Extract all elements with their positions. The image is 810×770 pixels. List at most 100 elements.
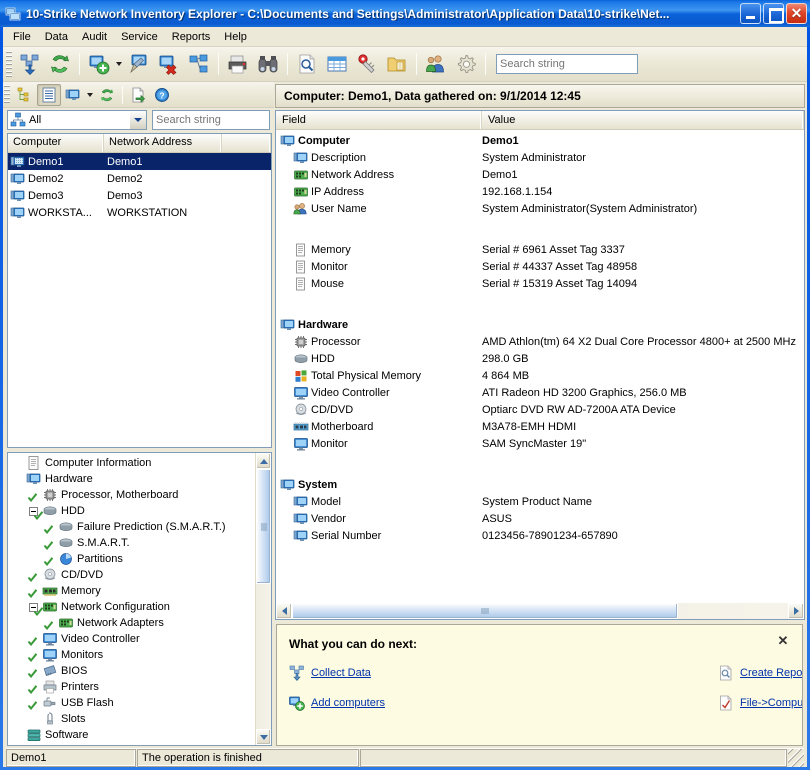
menu-service[interactable]: Service — [114, 29, 165, 45]
settings-button[interactable] — [451, 50, 481, 78]
minimize-button[interactable] — [740, 3, 761, 24]
task-link-label[interactable]: File->Computers — [740, 697, 802, 709]
add-computer-button[interactable] — [84, 50, 114, 78]
detail-row-total-physical-memory[interactable]: Total Physical Memory 4 864 MB — [276, 367, 804, 384]
scroll-left-button[interactable] — [276, 603, 292, 619]
credentials-button[interactable] — [352, 50, 382, 78]
scroll-right-button[interactable] — [788, 603, 804, 619]
tree-node-slots[interactable]: Slots — [10, 711, 255, 727]
column-header-value[interactable]: Value — [482, 111, 804, 129]
task-panel-close-button[interactable]: ✕ — [776, 633, 790, 648]
tree-node-cd-dvd[interactable]: CD/DVD — [10, 567, 255, 583]
tree-node-printers[interactable]: Printers — [10, 679, 255, 695]
tree-view-button[interactable] — [13, 84, 37, 106]
chevron-down-icon[interactable] — [129, 111, 146, 129]
tree-node-monitors[interactable]: Monitors — [10, 647, 255, 663]
detail-grid[interactable]: Field Value Computer Demo1 Description S… — [275, 110, 805, 620]
detail-row-computer[interactable]: Computer Demo1 — [276, 132, 804, 149]
computer-view-dropdown-arrow[interactable] — [85, 84, 95, 106]
task-link-add-computers[interactable]: Add computers — [289, 695, 385, 711]
column-header-network-address[interactable]: Network Address — [104, 134, 222, 152]
column-header-extra[interactable] — [222, 134, 271, 152]
print-button[interactable] — [223, 50, 253, 78]
tree-node-usb-flash[interactable]: USB Flash — [10, 695, 255, 711]
computer-view-button[interactable] — [61, 84, 85, 106]
tree-vertical-scrollbar[interactable] — [255, 453, 271, 745]
detail-horizontal-scrollbar[interactable] — [276, 603, 804, 619]
scan-button[interactable] — [253, 50, 283, 78]
add-computer-dropdown-arrow[interactable] — [114, 50, 124, 78]
detail-row-processor[interactable]: Processor AMD Athlon(tm) 64 X2 Dual Core… — [276, 333, 804, 350]
detail-row-monitor-asset[interactable]: Monitor Serial # 44337 Asset Tag 48958 — [276, 258, 804, 275]
detail-row-system[interactable]: System — [276, 476, 804, 493]
task-link-label[interactable]: Create Report — [740, 667, 802, 679]
task-link-file-computers[interactable]: File->Computers — [718, 695, 802, 711]
export-button[interactable] — [126, 84, 150, 106]
group-filter-combo[interactable]: All — [7, 110, 147, 130]
tree-node-network-configuration[interactable]: Network Configuration — [10, 599, 255, 617]
detail-row-description[interactable]: Description System Administrator — [276, 149, 804, 166]
scroll-down-button[interactable] — [256, 729, 271, 745]
resize-grip[interactable] — [788, 749, 804, 767]
computer-list[interactable]: Computer Network Address Demo1 Demo1 Dem… — [7, 133, 272, 448]
menu-reports[interactable]: Reports — [165, 29, 218, 45]
computer-row-demo1[interactable]: Demo1 Demo1 — [8, 153, 271, 170]
detail-row-hdd[interactable]: HDD 298.0 GB — [276, 350, 804, 367]
detail-row-cd-dvd[interactable]: CD/DVD Optiarc DVD RW AD-7200A ATA Devic… — [276, 401, 804, 418]
edit-computer-button[interactable] — [124, 50, 154, 78]
detail-row-ip-address[interactable]: IP Address 192.168.1.154 — [276, 183, 804, 200]
tree-node-partitions[interactable]: Partitions — [10, 551, 255, 567]
detail-row-network-address[interactable]: Network Address Demo1 — [276, 166, 804, 183]
close-button[interactable]: ✕ — [786, 3, 807, 24]
detail-row-mouse-asset[interactable]: Mouse Serial # 15319 Asset Tag 14094 — [276, 275, 804, 292]
tree-node-hdd[interactable]: HDD — [10, 503, 255, 521]
toolbar-grip[interactable] — [6, 51, 12, 77]
detail-row-model[interactable]: Model System Product Name — [276, 493, 804, 510]
computer-row-demo3[interactable]: Demo3 Demo3 — [8, 187, 271, 204]
tree-node-failure-prediction[interactable]: Failure Prediction (S.M.A.R.T.) — [10, 519, 255, 535]
collect-data-button[interactable] — [15, 50, 45, 78]
computer-row-workstation[interactable]: WORKSTA... WORKSTATION — [8, 204, 271, 221]
left-toolbar-grip[interactable] — [4, 84, 10, 105]
refresh-button[interactable] — [45, 50, 75, 78]
network-tree-button[interactable] — [184, 50, 214, 78]
task-link-create-report[interactable]: Create Report — [718, 665, 802, 681]
detail-row-motherboard[interactable]: Motherboard M3A78-EMH HDMI — [276, 418, 804, 435]
detail-row-serial-number[interactable]: Serial Number 0123456-78901234-657890 — [276, 527, 804, 544]
detail-row-user-name[interactable]: User Name System Administrator(System Ad… — [276, 200, 804, 217]
refresh-list-button[interactable] — [95, 84, 119, 106]
tree-node-bios[interactable]: BIOS — [10, 663, 255, 679]
detail-row-video-controller[interactable]: Video Controller ATI Radeon HD 3200 Grap… — [276, 384, 804, 401]
help-button[interactable]: ? — [150, 84, 174, 106]
users-button[interactable] — [421, 50, 451, 78]
scroll-thumb[interactable] — [256, 469, 271, 584]
toolbar-search-input[interactable] — [496, 54, 638, 74]
delete-computer-button[interactable] — [154, 50, 184, 78]
column-header-field[interactable]: Field — [276, 111, 482, 129]
detail-row-hardware[interactable]: Hardware — [276, 316, 804, 333]
list-search-input[interactable] — [152, 110, 270, 130]
tree-node-software[interactable]: Software — [10, 727, 255, 743]
table-report-button[interactable] — [322, 50, 352, 78]
category-tree[interactable]: Computer Information Hardware Processor,… — [7, 452, 272, 746]
detail-row-memory-asset[interactable]: Memory Serial # 6961 Asset Tag 3337 — [276, 241, 804, 258]
scroll-track[interactable] — [256, 469, 271, 729]
tree-node-processor-motherboard[interactable]: Processor, Motherboard — [10, 487, 255, 503]
tree-node-computer-information[interactable]: Computer Information — [10, 455, 255, 471]
tree-node-network-adapters[interactable]: Network Adapters — [10, 615, 255, 631]
list-view-button[interactable] — [37, 83, 61, 106]
menu-help[interactable]: Help — [217, 29, 254, 45]
tree-node-operating-system[interactable]: Operating System — [10, 743, 255, 745]
task-link-label[interactable]: Add computers — [311, 697, 385, 709]
tree-node-memory[interactable]: Memory — [10, 583, 255, 599]
scroll-track[interactable] — [292, 603, 788, 619]
scroll-up-button[interactable] — [256, 453, 271, 469]
menu-file[interactable]: File — [6, 29, 38, 45]
maximize-button[interactable] — [763, 3, 784, 24]
detail-row-monitor[interactable]: Monitor SAM SyncMaster 19" — [276, 435, 804, 452]
tree-node-smart[interactable]: S.M.A.R.T. — [10, 535, 255, 551]
menu-audit[interactable]: Audit — [75, 29, 114, 45]
detail-row-vendor[interactable]: Vendor ASUS — [276, 510, 804, 527]
preview-button[interactable] — [292, 50, 322, 78]
tree-node-video-controller[interactable]: Video Controller — [10, 631, 255, 647]
